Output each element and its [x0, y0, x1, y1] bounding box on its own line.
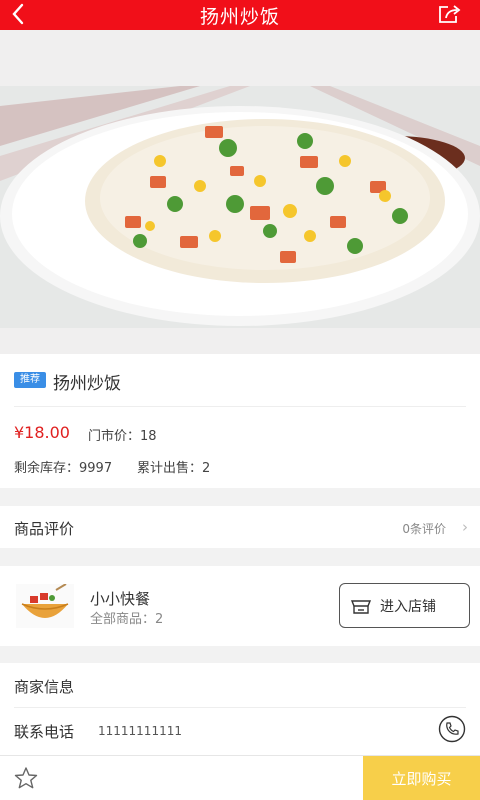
market-price: 门市价：18 — [88, 429, 157, 444]
enter-store-label: 进入店铺 — [380, 598, 436, 615]
bottom-bar: 立即购买 — [0, 755, 480, 800]
chevron-left-icon — [12, 3, 24, 25]
stock-remaining: 剩余库存：9997 — [14, 461, 113, 476]
merchant-heading: 商家信息 — [14, 678, 75, 696]
reviews-label: 商品评价 — [14, 520, 75, 538]
divider — [14, 406, 466, 407]
total-sold: 累计出售：2 — [137, 461, 211, 476]
phone-icon[interactable] — [438, 715, 466, 743]
merchant-info: 商家信息 联系电话 11111111111 — [0, 663, 480, 755]
price: ¥18.00 — [14, 423, 70, 442]
page-title: 扬州炒饭 — [199, 5, 280, 28]
product-info: 推荐 扬州炒饭 ¥18.00 门市价：18 剩余库存：9997 累计出售：2 — [0, 354, 480, 488]
phone-label: 联系电话 — [14, 723, 75, 741]
recommend-badge: 推荐 — [14, 372, 46, 388]
store-section: 小小快餐 全部商品：2 进入店铺 — [0, 566, 480, 646]
chevron-right-icon: › — [462, 518, 468, 536]
share-icon — [439, 5, 461, 23]
reviews-count: 0条评价 — [402, 522, 446, 536]
buy-now-button[interactable]: 立即购买 — [363, 756, 480, 800]
divider — [14, 707, 466, 708]
back-button[interactable] — [8, 2, 28, 26]
store-icon — [350, 599, 372, 614]
store-name: 小小快餐 — [90, 590, 151, 608]
reviews-row[interactable]: 商品评价 0条评价 › — [0, 506, 480, 548]
product-name: 扬州炒饭 — [53, 374, 121, 394]
enter-store-button[interactable]: 进入店铺 — [339, 583, 470, 628]
store-goods-count: 全部商品：2 — [90, 612, 164, 627]
star-icon[interactable] — [13, 766, 39, 790]
store-logo — [16, 584, 74, 628]
phone-number: 11111111111 — [98, 724, 182, 738]
share-button[interactable] — [436, 3, 462, 25]
app-header: 扬州炒饭 — [0, 0, 480, 30]
product-image-area — [0, 30, 480, 354]
product-photo — [0, 86, 480, 328]
